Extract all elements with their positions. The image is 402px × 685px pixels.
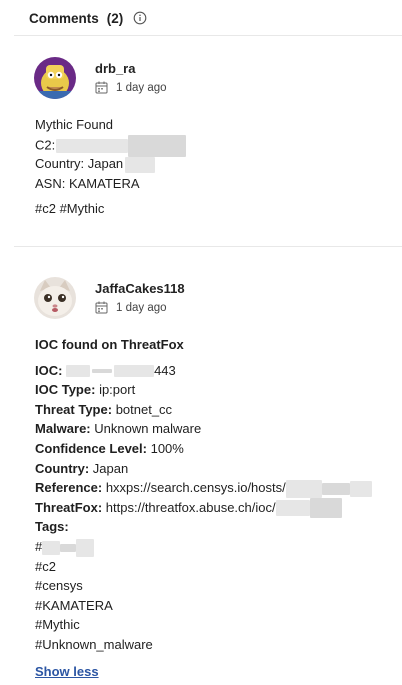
- calendar-icon: [95, 301, 108, 314]
- redacted-block: [76, 538, 95, 557]
- tag-text: #: [35, 538, 43, 554]
- info-icon[interactable]: [133, 11, 147, 25]
- country-text: Country: Japan: [35, 156, 124, 172]
- field-label: IOC Type:: [35, 382, 96, 398]
- redacted-block: [42, 540, 61, 555]
- comments-count: (2): [106, 10, 124, 26]
- comment-body: IOC found on ThreatFox IOC: 443 IOC Type…: [35, 335, 372, 655]
- comments-header: Comments (2): [29, 9, 147, 27]
- header-divider: [14, 35, 402, 36]
- field-label: Country:: [35, 460, 90, 476]
- avatar[interactable]: [34, 277, 76, 319]
- comment-heading: IOC found on ThreatFox: [35, 337, 184, 352]
- redacted-block: [285, 479, 322, 498]
- comment-tags: #c2 #Mythic: [35, 201, 105, 217]
- redacted-block: [275, 500, 310, 517]
- redacted-block: [309, 498, 342, 519]
- field-country: Country: Japan: [35, 459, 372, 479]
- comment-line: ASN: KAMATERA: [35, 175, 140, 191]
- redacted-block: [60, 543, 77, 552]
- field-value: hxxps://search.censys.io/hosts/: [105, 480, 286, 496]
- field-label: Malware:: [35, 421, 91, 437]
- redacted-block: [114, 365, 155, 378]
- tag-item[interactable]: #c2: [35, 557, 372, 577]
- field-threat-type: Threat Type: botnet_cc: [35, 400, 372, 420]
- comment-date: 1 day ago: [95, 81, 167, 94]
- field-ioc: IOC: 443: [35, 361, 372, 381]
- avatar[interactable]: [34, 57, 76, 99]
- redacted-block: [125, 156, 156, 173]
- username[interactable]: drb_ra: [95, 61, 135, 76]
- field-label: Reference:: [35, 480, 103, 496]
- comments-title: Comments: [29, 10, 99, 26]
- redacted-block: [56, 138, 129, 153]
- field-value: Unknown malware: [94, 421, 202, 437]
- tag-item[interactable]: #Mythic: [35, 615, 372, 635]
- tag-item[interactable]: #KAMATERA: [35, 596, 372, 616]
- field-label: Confidence Level:: [35, 440, 147, 456]
- calendar-icon: [95, 81, 108, 94]
- field-label: Threat Type:: [35, 401, 113, 417]
- date-text: 1 day ago: [116, 81, 167, 94]
- comment-divider: [14, 246, 402, 247]
- comment-line: C2:: [35, 134, 187, 157]
- date-text: 1 day ago: [116, 301, 167, 314]
- field-tags: Tags:: [35, 517, 372, 537]
- field-label: ThreatFox:: [35, 499, 103, 515]
- c2-label: C2:: [35, 137, 56, 153]
- field-label: Tags:: [35, 519, 69, 535]
- comment-body: Mythic Found C2: Country: Japan ASN: KAM…: [35, 115, 187, 219]
- redacted-block: [92, 369, 113, 374]
- field-ioc-type: IOC Type: ip:port: [35, 380, 372, 400]
- comment-line: Country: Japan: [35, 154, 186, 174]
- field-threatfox: ThreatFox: https://threatfox.abuse.ch/io…: [35, 498, 372, 519]
- field-value: 100%: [150, 440, 184, 456]
- show-less-link[interactable]: Show less: [35, 664, 99, 679]
- tag-item[interactable]: #censys: [35, 576, 372, 596]
- tag-item[interactable]: #Unknown_malware: [35, 635, 372, 655]
- field-label: IOC:: [35, 362, 63, 378]
- field-value: ip:port: [99, 382, 136, 398]
- field-confidence: Confidence Level: 100%: [35, 439, 372, 459]
- redacted-block: [321, 482, 350, 495]
- username[interactable]: JaffaCakes118: [95, 281, 185, 296]
- field-value: 443: [154, 362, 176, 378]
- field-value: Japan: [92, 460, 129, 476]
- field-reference: Reference: hxxps://search.censys.io/host…: [35, 478, 372, 498]
- field-malware: Malware: Unknown malware: [35, 419, 372, 439]
- redacted-block: [349, 480, 372, 497]
- comment-date: 1 day ago: [95, 301, 167, 314]
- comment-line: Mythic Found: [35, 117, 114, 132]
- tag-item[interactable]: #: [35, 537, 372, 557]
- field-value: botnet_cc: [115, 401, 173, 417]
- field-value: https://threatfox.abuse.ch/ioc/: [105, 499, 276, 515]
- redacted-block: [66, 365, 91, 378]
